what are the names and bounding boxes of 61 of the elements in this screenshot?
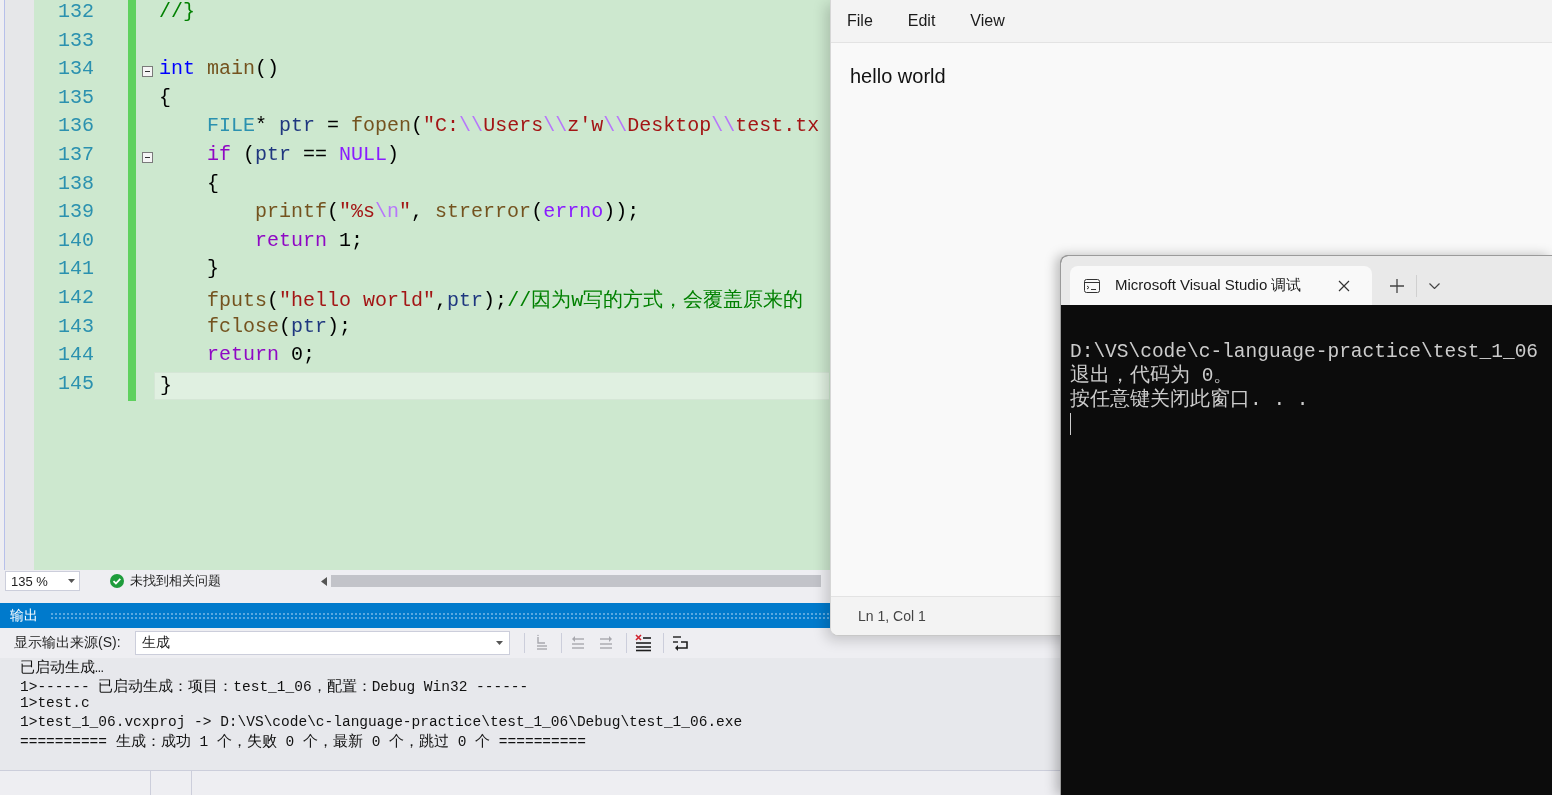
- scroll-left-icon[interactable]: [321, 576, 327, 586]
- status-text: 未找到相关问题: [130, 572, 221, 590]
- output-line: 已启动生成…: [20, 658, 105, 677]
- code-line: }: [206, 257, 219, 281]
- plus-icon[interactable]: [1390, 278, 1404, 293]
- code-line: return 0;: [206, 343, 316, 367]
- code-line: {: [159, 85, 171, 109]
- code-line: return 1;: [254, 228, 364, 252]
- menu-item[interactable]: Edit: [901, 8, 942, 34]
- line-number: 137: [57, 142, 94, 168]
- code-line: int main(): [159, 57, 280, 81]
- close-icon[interactable]: [1338, 279, 1350, 292]
- output-line: ========== 生成：成功 1 个，失败 0 个，最新 0 个，跳过 0 个 ==========: [20, 732, 587, 751]
- console-icon: [1084, 278, 1100, 293]
- line-number: 138: [57, 171, 94, 197]
- console-line: D:\VS\code\c-language-practice\test_1_06: [1070, 340, 1540, 364]
- line-number: 135: [57, 85, 94, 111]
- chevron-down-icon[interactable]: [1429, 282, 1440, 289]
- code-line: printf("%s\n", strerror(errno));: [254, 200, 640, 224]
- source-label: 显示输出来源(S):: [14, 634, 122, 652]
- line-number: 140: [57, 228, 94, 254]
- caret-icon: [496, 641, 503, 645]
- source-dropdown[interactable]: 生成: [135, 631, 510, 655]
- panel-title: 输出: [10, 606, 38, 625]
- text-cursor: [1070, 413, 1071, 435]
- code-line: if (ptr == NULL): [206, 142, 400, 166]
- clear-all-icon[interactable]: [634, 634, 652, 652]
- code-line: FILE* ptr = fopen("C:\\Users\\z'w\\Desktop\\test.tx: [206, 114, 820, 138]
- line-number: 136: [57, 114, 94, 140]
- tab-title: Microsoft Visual Studio 调试: [1115, 276, 1303, 295]
- line-number: 144: [57, 343, 94, 369]
- line-number: 139: [57, 200, 94, 226]
- line-number: 132: [57, 0, 94, 25]
- terminal-tab[interactable]: Microsoft Visual Studio 调试: [1070, 266, 1372, 305]
- word-wrap-icon[interactable]: [671, 634, 689, 652]
- code-line: //}: [159, 0, 195, 23]
- menu-item[interactable]: View: [964, 8, 1011, 34]
- horizontal-scrollbar[interactable]: [321, 574, 821, 588]
- line-number: 141: [57, 257, 94, 283]
- zoom-dropdown[interactable]: 135 %: [5, 571, 80, 591]
- caret-icon: [68, 579, 75, 583]
- cursor-position: Ln 1, Col 1: [858, 608, 926, 624]
- line-number: 143: [57, 314, 94, 340]
- code-line: fputs("hello world",ptr);//因为w写的方式，会覆盖原来的: [206, 287, 804, 313]
- output-line: 1>test.c: [20, 695, 91, 714]
- line-number: 142: [57, 285, 94, 311]
- output-line: 1>------ 已启动生成：项目：test_1_06，配置：Debug Win32 ------: [20, 677, 530, 696]
- code-line: {: [206, 171, 219, 195]
- code-line: fclose(ptr);: [206, 314, 352, 338]
- document-text: hello world: [850, 65, 946, 87]
- console-line: 退出，代码为 0。: [1070, 364, 1235, 388]
- check-circle-icon: [110, 574, 124, 588]
- line-number: 145: [57, 371, 94, 397]
- console-line: 按任意键关闭此窗口. . .: [1070, 388, 1310, 412]
- line-number: 134: [57, 57, 94, 83]
- output-line: 1>test_1_06.vcxproj -> D:\VS\code\c-language-practice\test_1_06\Debug\test_1_06.exe: [20, 713, 744, 732]
- menu-item[interactable]: File: [841, 8, 879, 34]
- collapse-icon[interactable]: [142, 66, 153, 77]
- line-number: 133: [57, 28, 94, 54]
- collapse-icon[interactable]: [142, 151, 153, 163]
- code-line: }: [160, 372, 172, 399]
